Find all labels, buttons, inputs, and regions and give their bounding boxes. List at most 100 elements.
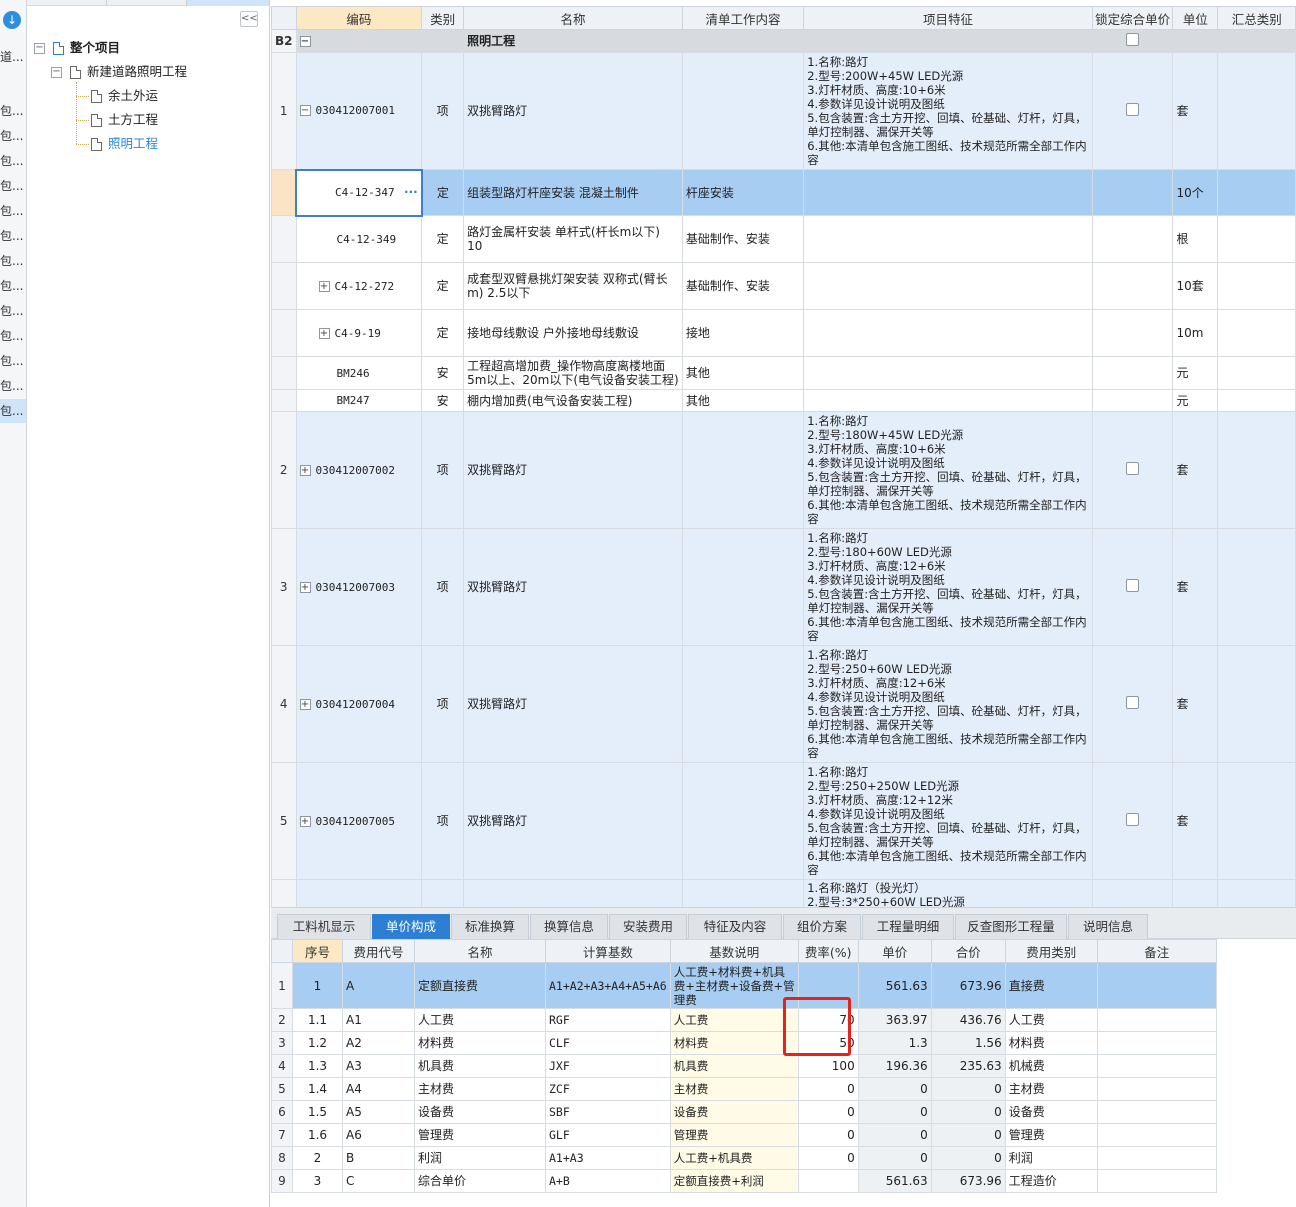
name-cell[interactable]: 成套型双臂悬挑灯架安装 双称式(臂长m) 2.5以下 xyxy=(463,262,683,310)
type-cell[interactable]: 项 xyxy=(421,52,465,170)
name-cell[interactable]: 双挑臂路灯 xyxy=(463,528,683,646)
base-cell[interactable]: RGF xyxy=(545,1008,671,1032)
download-icon[interactable]: ↓ xyxy=(3,11,21,29)
table-row[interactable]: 3 +030412007003 项 双挑臂路灯 1.名称:路灯 2.型号:180+… xyxy=(271,528,1296,646)
strip-item[interactable]: 包... xyxy=(0,149,26,173)
col-header-name[interactable]: 名称 xyxy=(463,6,683,30)
code-cell[interactable]: A1 xyxy=(342,1008,415,1032)
category-cell[interactable]: 直接费 xyxy=(1004,962,1098,1009)
code-cell[interactable]: +030412007005 xyxy=(295,762,423,880)
tab-unit-price[interactable]: 单价构成 xyxy=(372,914,450,939)
strip-item[interactable]: 包... xyxy=(0,349,26,373)
note-cell[interactable] xyxy=(1096,1169,1217,1193)
price-cell[interactable]: 196.36 xyxy=(857,1054,932,1078)
tab-pricing-plan[interactable]: 组价方案 xyxy=(783,914,861,939)
type-cell[interactable]: 安 xyxy=(421,356,465,390)
col-header-type[interactable]: 类别 xyxy=(421,6,465,30)
total-cell[interactable]: 0 xyxy=(930,1077,1006,1101)
price-row[interactable]: 6 1.5 A5 设备费 SBF 设备费 0 0 0 设备费 xyxy=(271,1100,1217,1124)
price-row[interactable]: 7 1.6 A6 管理费 GLF 管理费 0 0 0 管理费 xyxy=(271,1123,1217,1147)
code-cell[interactable]: A5 xyxy=(342,1100,415,1124)
strip-item[interactable]: 包... xyxy=(0,274,26,298)
name-cell[interactable]: 双挑臂路灯 xyxy=(463,52,683,170)
total-cell[interactable]: 235.63 xyxy=(930,1054,1006,1078)
tree-item-zhaoming[interactable]: 照明工程 xyxy=(91,134,158,154)
name-cell[interactable]: 定额直接费 xyxy=(414,962,546,1009)
col-header-base-desc[interactable]: 基数说明 xyxy=(669,939,799,963)
strip-item[interactable]: 包... xyxy=(0,249,26,273)
table-row[interactable]: 2 +030412007002 项 双挑臂路灯 1.名称:路灯 2.型号:180W… xyxy=(271,411,1296,529)
code-cell[interactable]: BM246 xyxy=(295,356,423,390)
table-row[interactable]: BM246 安 工程超高增加费_操作物高度离楼地面5m以上、20m以下(电气设备… xyxy=(271,356,1296,390)
note-cell[interactable] xyxy=(1096,1123,1217,1147)
category-cell[interactable]: 设备费 xyxy=(1004,1100,1098,1124)
code-cell[interactable]: A4 xyxy=(342,1077,415,1101)
lock-cell[interactable] xyxy=(1091,52,1174,170)
code-cell[interactable]: B xyxy=(342,1146,415,1170)
name-cell[interactable]: 双挑臂路灯 xyxy=(463,762,683,880)
strip-item[interactable]: 包... xyxy=(0,374,26,398)
note-cell[interactable] xyxy=(1096,1031,1217,1055)
unit-cell[interactable]: 套 xyxy=(1172,52,1219,170)
total-cell[interactable]: 0 xyxy=(930,1146,1006,1170)
note-cell[interactable] xyxy=(1096,1146,1217,1170)
code-cell[interactable]: +030412007003 xyxy=(295,528,423,646)
work-cell[interactable]: 杆座安装 xyxy=(681,169,805,216)
name-cell[interactable]: 主材费 xyxy=(414,1077,546,1101)
col-header-rate[interactable]: 费率(%) xyxy=(797,939,859,963)
category-cell[interactable]: 工程造价 xyxy=(1004,1169,1098,1193)
base-cell[interactable]: A1+A3 xyxy=(545,1146,671,1170)
base-cell[interactable]: CLF xyxy=(545,1031,671,1055)
tree-tab[interactable] xyxy=(187,0,270,6)
name-cell[interactable]: 管理费 xyxy=(414,1123,546,1147)
col-header-note[interactable]: 备注 xyxy=(1096,939,1217,963)
name-cell[interactable]: 双挑臂路灯 xyxy=(463,411,683,529)
feature-cell[interactable]: 1.名称:路灯 2.型号:250+60W LED光源 3.灯杆材质、高度:12+6米… xyxy=(803,645,1093,763)
seq-cell[interactable]: 1.1 xyxy=(292,1008,343,1032)
seq-cell[interactable]: 1.2 xyxy=(292,1031,343,1055)
seq-cell[interactable]: 1.4 xyxy=(292,1077,343,1101)
group-toggle-cell[interactable]: − xyxy=(295,29,423,53)
feature-cell[interactable]: 1.名称:路灯（投光灯） 2.型号:3*250+60W LED光源 xyxy=(803,879,1093,907)
col-header-code[interactable]: 编码 xyxy=(295,6,423,30)
seq-cell[interactable]: 1 xyxy=(292,962,343,1009)
strip-top-label[interactable]: 道... xyxy=(0,45,26,69)
name-cell[interactable]: 双挑臂路灯 xyxy=(463,645,683,763)
price-cell[interactable]: 0 xyxy=(857,1123,932,1147)
lock-cell[interactable] xyxy=(1091,645,1174,763)
unit-cell[interactable]: 根 xyxy=(1172,215,1219,263)
strip-item[interactable]: 包... xyxy=(0,199,26,223)
expand-icon[interactable]: + xyxy=(318,280,330,292)
base-desc-cell[interactable]: 管理费 xyxy=(669,1123,799,1147)
feature-cell[interactable] xyxy=(803,169,1093,216)
lock-checkbox[interactable] xyxy=(1126,33,1140,46)
lock-checkbox[interactable] xyxy=(1126,103,1140,116)
table-row-selected[interactable]: C4-12-347 ··· 定 组装型路灯杆座安装 混凝土制件 杆座安装 10个 xyxy=(271,168,1296,217)
base-desc-cell[interactable]: 定额直接费+利润 xyxy=(669,1169,799,1193)
code-cell[interactable]: + C4-12-272 xyxy=(295,262,423,310)
price-row[interactable]: 9 3 C 综合单价 A+B 定额直接费+利润 561.63 673.96 工程造价 xyxy=(271,1169,1217,1193)
category-cell[interactable]: 机械费 xyxy=(1004,1054,1098,1078)
lock-cell[interactable] xyxy=(1091,411,1174,529)
expand-icon[interactable]: + xyxy=(299,464,311,476)
feature-cell[interactable]: 1.名称:路灯 2.型号:200W+45W LED光源 3.灯杆材质、高度:10+6… xyxy=(803,52,1093,170)
code-cell[interactable]: +030412007004 xyxy=(295,645,423,763)
work-cell[interactable]: 其他 xyxy=(681,356,805,390)
strip-item-selected[interactable]: 包... xyxy=(0,399,26,423)
expand-icon[interactable]: + xyxy=(299,815,311,827)
feature-cell[interactable]: 1.名称:路灯 2.型号:180+60W LED光源 3.灯杆材质、高度:12+6米… xyxy=(803,528,1093,646)
collapse-icon[interactable]: − xyxy=(299,36,311,47)
tab-features[interactable]: 特征及内容 xyxy=(688,914,782,939)
collapse-icon[interactable]: − xyxy=(299,105,311,117)
price-cell[interactable]: 561.63 xyxy=(857,1169,932,1193)
col-header-work[interactable]: 清单工作内容 xyxy=(681,6,805,30)
name-cell[interactable]: 人工费 xyxy=(414,1008,546,1032)
col-header-base[interactable]: 计算基数 xyxy=(545,939,671,963)
price-row[interactable]: 8 2 B 利润 A1+A3 人工费+机具费 0 0 0 利润 xyxy=(271,1146,1217,1170)
code-cell[interactable]: A6 xyxy=(342,1123,415,1147)
total-cell[interactable]: 436.76 xyxy=(930,1008,1006,1032)
rate-cell[interactable]: 100 xyxy=(797,1054,859,1078)
lock-checkbox[interactable] xyxy=(1126,462,1140,475)
unit-cell[interactable]: 套 xyxy=(1172,411,1219,529)
feature-cell[interactable]: 1.名称:路灯 2.型号:180W+45W LED光源 3.灯杆材质、高度:10+6… xyxy=(803,411,1093,529)
